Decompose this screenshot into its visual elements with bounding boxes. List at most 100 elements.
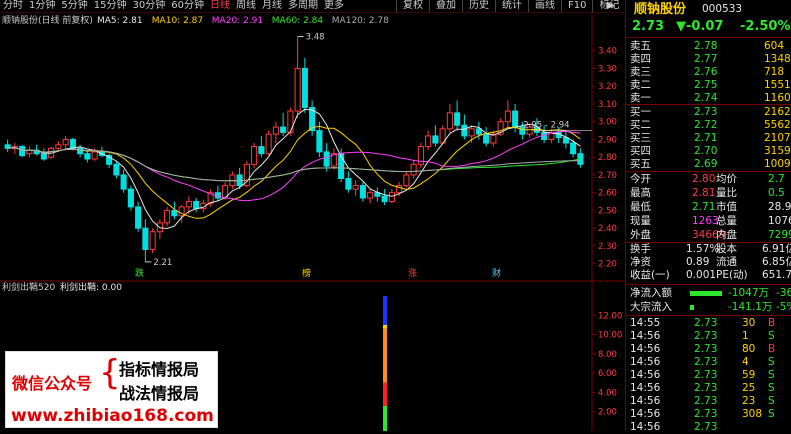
field: 卖二 [630, 79, 651, 91]
quote-row: 最高 2.81 量比 0.5 [630, 187, 791, 200]
field: S [768, 408, 775, 420]
period-tab[interactable]: 多周期 [285, 0, 321, 12]
candle-body [359, 185, 366, 199]
field: PE(动) [716, 269, 748, 281]
field: 净流入额 [630, 287, 672, 299]
field: 卖五 [630, 40, 651, 52]
tick-row: 14:56 2.73 4 S [630, 356, 791, 369]
field: 0.001 [686, 269, 717, 281]
candle-body [323, 151, 330, 167]
candle-body [171, 209, 178, 217]
field: 买五 [630, 158, 651, 170]
field: ▼-0.07 [676, 19, 724, 34]
period-tab[interactable]: 分时 [0, 0, 26, 12]
field: 2162 [764, 106, 791, 118]
period-tab[interactable]: 15分钟 [91, 0, 130, 12]
toolbar-button[interactable]: 叠加 [429, 0, 462, 12]
field: 1263 [692, 215, 719, 227]
y-tick-label: 3.10 [598, 100, 617, 110]
field: 2.72 [694, 119, 718, 131]
candle-body [367, 192, 374, 199]
watermark-logo: 微信公众号 { 指标情报局 战法情报局 www.zhibiao168.com [5, 351, 218, 428]
period-tab[interactable]: 60分钟 [168, 0, 207, 12]
field: -141.1万 [728, 301, 773, 313]
candle-body [91, 151, 98, 160]
quote-panel: 顺钠股份 000533 2.73 ▼-0.07 -2.50% 卖五 2.78 604 卖四 2.7… [625, 0, 791, 433]
stats-row: 收益(一) 0.001 PE(动) 651.7 [630, 269, 791, 282]
field: 604 [764, 40, 785, 52]
tick-row: 14:56 2.73 25 S [630, 382, 791, 395]
sub-y-tick-label: 2.00 [598, 408, 617, 418]
stock-price: 2.73 ▼-0.07 -2.50% [630, 20, 791, 33]
field: 2.73 [694, 369, 718, 381]
candle-body [113, 163, 120, 176]
field: 2.77 [694, 53, 718, 65]
y-tick-label: 2.70 [598, 171, 617, 181]
period-tab[interactable]: 周线 [233, 0, 259, 12]
toolbar-button[interactable]: 复权 [396, 0, 429, 12]
toolbar-button[interactable]: 统计 [495, 0, 528, 12]
period-tab[interactable]: 更多 [321, 0, 347, 12]
event-marker[interactable]: 财 [492, 267, 501, 279]
y-tick-label: 2.30 [598, 242, 617, 252]
field: 10766 [768, 215, 791, 227]
field: -5% [776, 301, 791, 313]
candle-body [512, 110, 519, 128]
bid-row: 买五 2.69 1009 [630, 158, 791, 171]
field: 14:56 [630, 408, 661, 420]
field: 2.73 [694, 408, 718, 420]
field: 2.73 [694, 330, 718, 342]
field: 今开 [630, 173, 651, 185]
field: 2.73 [694, 317, 718, 329]
candle-body [475, 128, 482, 135]
field: 最高 [630, 187, 651, 199]
tick-row: 14:56 2.73 59 S [630, 369, 791, 382]
event-marker[interactable]: 涨 [408, 268, 417, 279]
toolbar-button[interactable]: 历史 [462, 0, 495, 12]
y-tick-label: 3.30 [598, 64, 617, 74]
period-tab[interactable]: 1分钟 [26, 0, 58, 12]
candle-body [243, 163, 250, 187]
period-tab[interactable]: 月线 [259, 0, 285, 12]
sub-y-tick-label: 6.00 [598, 369, 617, 379]
field: 2.80 [692, 173, 716, 185]
sub-y-tick-label: 4.00 [598, 388, 617, 398]
toolbar-button[interactable]: 画线 [528, 0, 561, 12]
field: 6.91亿 [762, 243, 791, 255]
expand-arrow-icon[interactable]: ▶ [604, 0, 618, 12]
field: 卖三 [630, 66, 651, 78]
tick-row: 14:56 2.73 308 S [630, 408, 791, 421]
field: 1348 [764, 53, 791, 65]
candle-body [142, 227, 149, 250]
candle-body [164, 209, 171, 224]
field: 市值 [716, 201, 737, 213]
candle-body [454, 112, 461, 126]
field: 308 [742, 408, 763, 420]
period-tab[interactable]: 5分钟 [58, 0, 90, 12]
period-tab[interactable]: 日线 [207, 0, 233, 12]
field: 量比 [716, 187, 737, 199]
candle-body [338, 153, 345, 180]
flow-row: 大宗流入 -141.1万-5% [630, 301, 791, 314]
candle-body [410, 163, 417, 176]
field: 买一 [630, 106, 651, 118]
event-marker[interactable]: 跌 [135, 268, 144, 279]
tick-row: 14:56 2.73 23 S [630, 395, 791, 408]
y-tick-label: 3.20 [598, 82, 617, 92]
field: 大宗流入 [630, 301, 672, 313]
field: 2.73 [694, 395, 718, 407]
field: 总量 [716, 215, 737, 227]
candle-body [294, 67, 301, 112]
watermark-item2: 战法情报局 [119, 384, 200, 403]
field: 2.7 [768, 173, 785, 185]
field: 顺钠股份 [634, 2, 687, 17]
period-tab[interactable]: 30分钟 [129, 0, 168, 12]
field: 2.81 [692, 187, 716, 199]
y-tick-label: 2.20 [598, 260, 617, 270]
chart-title: 顺钠股份(日线 前复权) [2, 14, 93, 26]
candle-body [316, 130, 323, 153]
candle-body [127, 188, 134, 208]
event-marker[interactable]: 榜 [302, 267, 311, 279]
candle-body [77, 147, 84, 155]
toolbar-button[interactable]: F10 [561, 0, 592, 12]
